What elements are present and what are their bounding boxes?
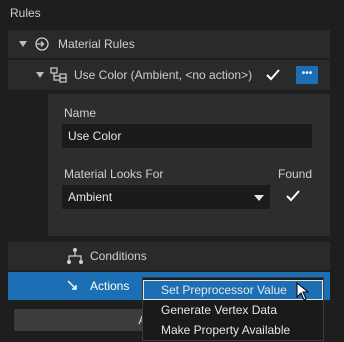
conditions-tree-icon [67, 248, 83, 264]
rule-enter-icon [35, 37, 49, 51]
check-icon [286, 190, 300, 202]
rule-tree-icon [50, 67, 67, 83]
rules-title: Rules [10, 6, 41, 20]
material-rules-row[interactable]: Material Rules [8, 30, 330, 58]
name-label: Name [64, 106, 97, 120]
use-color-row[interactable]: Use Color (Ambient, <no action>) ••• [8, 60, 330, 90]
expand-triangle-icon[interactable] [19, 41, 27, 47]
menu-item-generate-vertex-data[interactable]: Generate Vertex Data [143, 300, 323, 320]
chevron-down-icon [254, 195, 264, 201]
conditions-label: Conditions [90, 249, 147, 263]
found-checkbox[interactable] [285, 188, 301, 204]
use-color-label: Use Color (Ambient, <no action>) [74, 68, 253, 82]
material-rules-label: Material Rules [58, 37, 135, 51]
more-options-button[interactable]: ••• [296, 66, 318, 84]
looks-for-value: Ambient [68, 190, 113, 204]
looks-for-label: Material Looks For [64, 167, 164, 181]
use-color-card: Name Use Color Material Looks For Found … [48, 94, 330, 236]
actions-label: Actions [90, 279, 130, 293]
looks-for-dropdown[interactable]: Ambient [62, 185, 270, 209]
actions-arrow-icon [67, 280, 77, 290]
conditions-row[interactable]: Conditions [8, 242, 330, 270]
mouse-cursor-icon [296, 282, 310, 301]
menu-item-make-property-available[interactable]: Make Property Available [143, 320, 323, 340]
enabled-check-icon[interactable] [266, 69, 280, 81]
expand-triangle-icon[interactable] [36, 72, 44, 78]
found-label: Found [278, 167, 313, 181]
name-input[interactable]: Use Color [62, 124, 312, 148]
